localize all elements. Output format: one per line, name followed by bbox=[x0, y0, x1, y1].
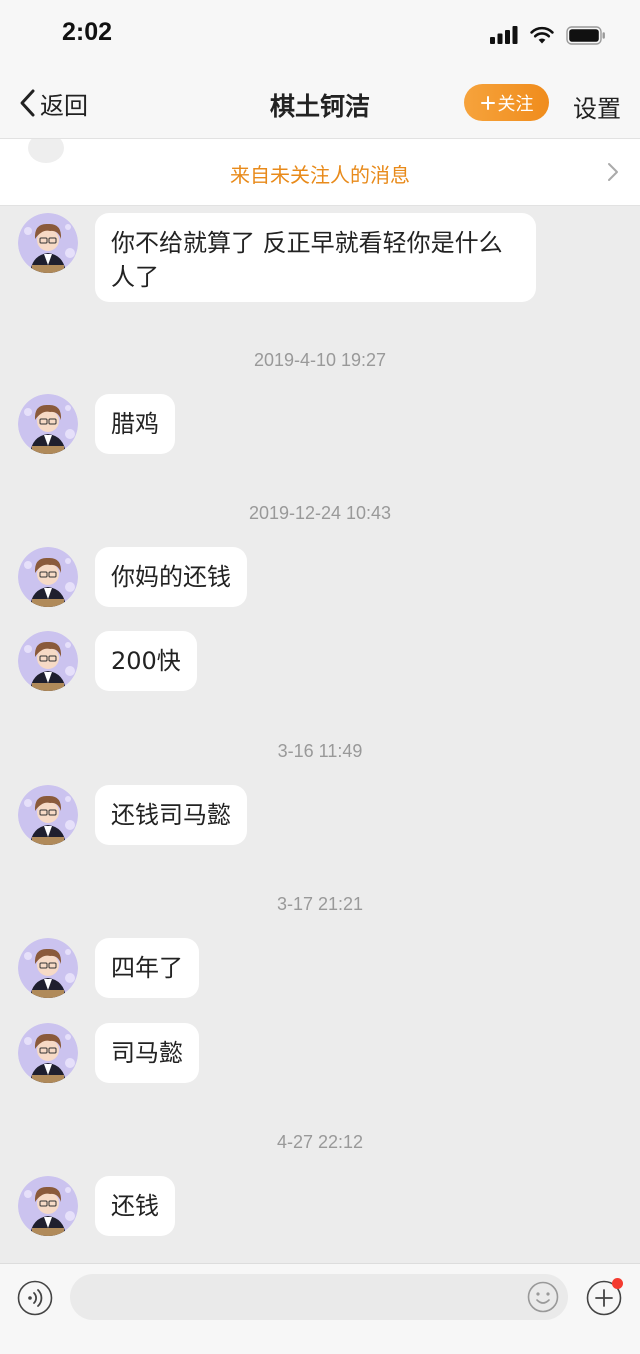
wifi-icon bbox=[530, 26, 554, 44]
status-icons bbox=[490, 24, 606, 46]
notice-text: 来自未关注人的消息 bbox=[230, 163, 410, 187]
message-timestamp: 2019-4-10 19:27 bbox=[253, 350, 387, 370]
message-bubble[interactable]: 四年了 bbox=[95, 938, 199, 998]
message-timestamp: 4-27 22:12 bbox=[276, 1132, 364, 1152]
message-bubble[interactable]: 还钱司马懿 bbox=[95, 785, 247, 845]
avatar[interactable] bbox=[18, 547, 78, 607]
follow-label: 关注 bbox=[497, 93, 534, 115]
avatar[interactable] bbox=[18, 631, 78, 691]
input-bar bbox=[0, 1263, 640, 1354]
avatar[interactable] bbox=[18, 938, 78, 998]
chat-list[interactable]: 你不给就算了 反正早就看轻你是什么人了 2019-4-10 19:27 腊鸡 2… bbox=[0, 205, 640, 1263]
status-bar: 2:02 bbox=[0, 0, 640, 68]
plus-small-icon bbox=[480, 95, 495, 110]
unfollowed-notice-banner[interactable]: 来自未关注人的消息 bbox=[0, 138, 640, 206]
message-input[interactable] bbox=[70, 1274, 568, 1320]
voice-icon[interactable] bbox=[17, 1280, 53, 1316]
message-bubble[interactable]: 你不给就算了 反正早就看轻你是什么人了 bbox=[95, 213, 536, 302]
message-bubble[interactable]: 腊鸡 bbox=[95, 394, 175, 454]
unread-dot bbox=[612, 1278, 623, 1289]
message-bubble[interactable]: 200快 bbox=[95, 631, 197, 691]
message-timestamp: 3-17 21:21 bbox=[276, 894, 364, 914]
chevron-right-icon bbox=[608, 163, 618, 181]
battery-icon bbox=[566, 25, 605, 45]
avatar[interactable] bbox=[18, 394, 78, 454]
message-timestamp: 2019-12-24 10:43 bbox=[248, 503, 392, 523]
signal-icon bbox=[490, 26, 518, 44]
avatar[interactable] bbox=[18, 785, 78, 845]
message-timestamp: 3-16 11:49 bbox=[277, 741, 363, 761]
emoji-icon[interactable] bbox=[527, 1281, 559, 1313]
avatar[interactable] bbox=[18, 1176, 78, 1236]
avatar[interactable] bbox=[18, 213, 78, 273]
nav-bar: 返回 棋土钶洁 关注 设置 bbox=[0, 68, 640, 138]
settings-button[interactable]: 设置 bbox=[573, 89, 621, 124]
message-bubble[interactable]: 你妈的还钱 bbox=[95, 547, 247, 607]
avatar[interactable] bbox=[18, 1023, 78, 1083]
message-bubble[interactable]: 还钱 bbox=[95, 1176, 175, 1236]
message-bubble[interactable]: 司马懿 bbox=[95, 1023, 199, 1083]
follow-button[interactable]: 关注 bbox=[464, 84, 549, 121]
status-time: 2:02 bbox=[62, 18, 113, 46]
